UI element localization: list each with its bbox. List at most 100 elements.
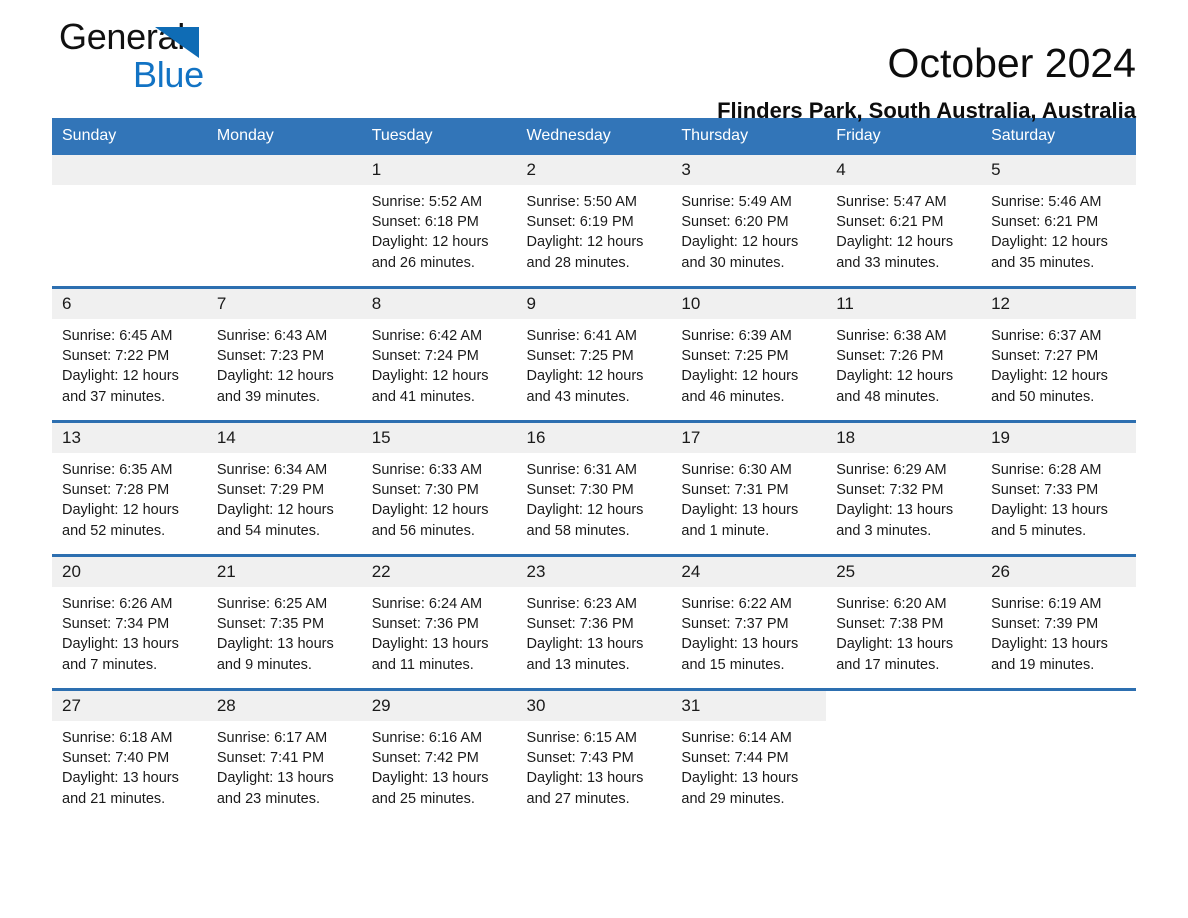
sunset-text: Sunset: 6:18 PM — [371, 214, 479, 231]
calendar-day-cell[interactable]: 24 Sunrise: 6:22 AM Sunset: 7:37 PM Dayligh… — [671, 554, 827, 690]
day-cell-inner: 12 Sunrise: 6:37 AM Sunset: 7:27 PM Dayligh… — [981, 289, 1136, 420]
sunset-text: Sunset: 6:21 PM — [991, 214, 1099, 231]
daylight-text: Daylight: 12 hours and 37 minutes. — [62, 368, 179, 405]
calendar-day-cell[interactable]: 12 Sunrise: 6:37 AM Sunset: 7:27 PM Dayligh… — [981, 286, 1136, 422]
sunset-text: Sunset: 7:34 PM — [62, 616, 170, 633]
calendar-day-cell[interactable]: 25 Sunrise: 6:20 AM Sunset: 7:38 PM Dayligh… — [826, 554, 982, 690]
calendar-day-cell[interactable]: 9 Sunrise: 6:41 AM Sunset: 7:25 PM Daylight… — [516, 286, 672, 422]
calendar-day-cell[interactable]: 11 Sunrise: 6:38 AM Sunset: 7:26 PM Dayligh… — [826, 286, 982, 422]
sunset-text: Sunset: 6:21 PM — [836, 214, 944, 231]
day-number: 30 — [516, 691, 672, 721]
day-details: Sunrise: 6:43 AM Sunset: 7:23 PM Daylight:… — [207, 319, 362, 407]
day-number: 25 — [826, 557, 982, 587]
day-number: 31 — [671, 691, 827, 721]
calendar-day-cell[interactable]: 5 Sunrise: 5:46 AM Sunset: 6:21 PM Daylight… — [981, 155, 1136, 288]
logo-text-blue: Blue — [133, 54, 204, 95]
day-number — [206, 155, 362, 185]
calendar-day-cell[interactable]: 19 Sunrise: 6:28 AM Sunset: 7:33 PM Dayligh… — [981, 420, 1136, 556]
calendar-day-cell-empty — [826, 688, 982, 822]
sunset-text: Sunset: 7:27 PM — [991, 348, 1099, 365]
calendar-day-cell[interactable]: 28 Sunrise: 6:17 AM Sunset: 7:41 PM Dayligh… — [206, 688, 362, 822]
calendar-day-cell[interactable]: 21 Sunrise: 6:25 AM Sunset: 7:35 PM Dayligh… — [206, 554, 362, 690]
calendar-day-cell[interactable]: 3 Sunrise: 5:49 AM Sunset: 6:20 PM Daylight… — [671, 155, 827, 288]
calendar-day-cell[interactable]: 20 Sunrise: 6:26 AM Sunset: 7:34 PM Dayligh… — [52, 554, 207, 690]
day-number: 14 — [206, 423, 362, 453]
calendar-day-cell[interactable]: 23 Sunrise: 6:23 AM Sunset: 7:36 PM Dayligh… — [516, 554, 672, 690]
calendar-day-cell[interactable]: 2 Sunrise: 5:50 AM Sunset: 6:19 PM Daylight… — [516, 155, 672, 288]
page-subtitle: Flinders Park, South Australia, Australi… — [717, 98, 1136, 123]
day-cell-inner: 10 Sunrise: 6:39 AM Sunset: 7:25 PM Dayligh… — [671, 289, 827, 420]
daylight-text: Daylight: 12 hours and 52 minutes. — [62, 502, 179, 539]
calendar-day-cell[interactable]: 27 Sunrise: 6:18 AM Sunset: 7:40 PM Dayligh… — [52, 688, 207, 822]
calendar-day-cell[interactable]: 17 Sunrise: 6:30 AM Sunset: 7:31 PM Dayligh… — [671, 420, 827, 556]
calendar-day-cell[interactable]: 4 Sunrise: 5:47 AM Sunset: 6:21 PM Daylight… — [826, 155, 982, 288]
calendar-day-cell[interactable]: 7 Sunrise: 6:43 AM Sunset: 7:23 PM Daylight… — [206, 286, 362, 422]
sunset-text: Sunset: 7:31 PM — [681, 482, 789, 499]
calendar-day-cell[interactable]: 8 Sunrise: 6:42 AM Sunset: 7:24 PM Daylight… — [361, 286, 517, 422]
day-details: Sunrise: 6:41 AM Sunset: 7:25 PM Daylight:… — [517, 319, 672, 407]
day-details: Sunrise: 6:15 AM Sunset: 7:43 PM Daylight:… — [517, 721, 672, 809]
sunrise-text: Sunrise: 6:29 AM — [836, 462, 947, 478]
calendar-day-cell[interactable]: 18 Sunrise: 6:29 AM Sunset: 7:32 PM Dayligh… — [826, 420, 982, 556]
calendar-day-cell[interactable]: 22 Sunrise: 6:24 AM Sunset: 7:36 PM Dayligh… — [361, 554, 517, 690]
day-number: 27 — [52, 691, 207, 721]
day-cell-inner: 3 Sunrise: 5:49 AM Sunset: 6:20 PM Daylight… — [671, 155, 827, 286]
day-cell-inner: 11 Sunrise: 6:38 AM Sunset: 7:26 PM Dayligh… — [826, 289, 982, 420]
sunrise-text: Sunrise: 6:37 AM — [991, 328, 1102, 344]
sunrise-text: Sunrise: 6:25 AM — [216, 596, 328, 612]
calendar-week-row: 13 Sunrise: 6:35 AM Sunset: 7:28 PM Dayligh… — [52, 420, 1136, 556]
sunset-text: Sunset: 7:32 PM — [836, 482, 944, 499]
calendar-day-cell[interactable]: 15 Sunrise: 6:33 AM Sunset: 7:30 PM Dayligh… — [361, 420, 517, 556]
daylight-text: Daylight: 13 hours and 25 minutes. — [371, 770, 489, 807]
sunrise-text: Sunrise: 6:26 AM — [62, 596, 173, 612]
calendar-day-cell[interactable]: 1 Sunrise: 5:52 AM Sunset: 6:18 PM Daylight… — [361, 155, 517, 288]
day-details: Sunrise: 5:52 AM Sunset: 6:18 PM Daylight:… — [362, 185, 517, 273]
day-cell-inner: 26 Sunrise: 6:19 AM Sunset: 7:39 PM Dayligh… — [981, 557, 1136, 688]
calendar-week-row: 20 Sunrise: 6:26 AM Sunset: 7:34 PM Dayligh… — [52, 554, 1136, 690]
day-details: Sunrise: 6:45 AM Sunset: 7:22 PM Daylight:… — [52, 319, 207, 407]
sunset-text: Sunset: 7:36 PM — [371, 616, 479, 633]
day-number: 9 — [516, 289, 672, 319]
sunrise-text: Sunrise: 6:18 AM — [62, 730, 173, 746]
daylight-text: Daylight: 12 hours and 33 minutes. — [836, 234, 954, 271]
day-number: 29 — [361, 691, 517, 721]
day-cell-inner — [206, 155, 362, 286]
calendar-day-cell[interactable]: 31 Sunrise: 6:14 AM Sunset: 7:44 PM Dayligh… — [671, 688, 827, 822]
general-blue-logo[interactable]: General Blue — [59, 16, 319, 102]
sunset-text: Sunset: 7:29 PM — [216, 482, 325, 499]
daylight-text: Daylight: 13 hours and 17 minutes. — [836, 636, 954, 673]
calendar-day-cell[interactable]: 6 Sunrise: 6:45 AM Sunset: 7:22 PM Daylight… — [52, 286, 207, 422]
day-cell-inner: 21 Sunrise: 6:25 AM Sunset: 7:35 PM Dayligh… — [206, 557, 362, 688]
sunset-text: Sunset: 7:43 PM — [526, 750, 634, 767]
sunrise-text: Sunrise: 6:17 AM — [216, 730, 328, 746]
calendar-day-cell[interactable]: 10 Sunrise: 6:39 AM Sunset: 7:25 PM Dayligh… — [671, 286, 827, 422]
sunrise-text: Sunrise: 6:45 AM — [62, 328, 173, 344]
daylight-text: Daylight: 13 hours and 15 minutes. — [681, 636, 799, 673]
day-number: 8 — [361, 289, 517, 319]
day-number — [981, 691, 1136, 721]
weekday-header-wednesday: Wednesday — [516, 118, 672, 155]
day-details: Sunrise: 6:24 AM Sunset: 7:36 PM Daylight:… — [362, 587, 517, 675]
calendar-week-row: 27 Sunrise: 6:18 AM Sunset: 7:40 PM Dayligh… — [52, 688, 1136, 822]
calendar-day-cell[interactable]: 30 Sunrise: 6:15 AM Sunset: 7:43 PM Dayligh… — [516, 688, 672, 822]
day-details: Sunrise: 6:42 AM Sunset: 7:24 PM Daylight:… — [362, 319, 517, 407]
day-cell-inner: 16 Sunrise: 6:31 AM Sunset: 7:30 PM Dayligh… — [516, 423, 672, 554]
day-number: 16 — [516, 423, 672, 453]
daylight-text: Daylight: 12 hours and 26 minutes. — [371, 234, 489, 271]
sunrise-text: Sunrise: 5:49 AM — [681, 194, 792, 210]
sunrise-text: Sunrise: 6:14 AM — [681, 730, 792, 746]
calendar-day-cell[interactable]: 29 Sunrise: 6:16 AM Sunset: 7:42 PM Dayligh… — [361, 688, 517, 822]
calendar-week-row: 6 Sunrise: 6:45 AM Sunset: 7:22 PM Daylight… — [52, 286, 1136, 422]
calendar-day-cell[interactable]: 26 Sunrise: 6:19 AM Sunset: 7:39 PM Dayligh… — [981, 554, 1136, 690]
calendar-day-cell[interactable]: 16 Sunrise: 6:31 AM Sunset: 7:30 PM Dayligh… — [516, 420, 672, 556]
day-details: Sunrise: 6:14 AM Sunset: 7:44 PM Daylight:… — [671, 721, 826, 809]
day-cell-inner — [826, 691, 982, 822]
calendar-week-row: 1 Sunrise: 5:52 AM Sunset: 6:18 PM Daylight… — [52, 155, 1136, 288]
sunrise-text: Sunrise: 5:50 AM — [526, 194, 637, 210]
calendar-day-cell[interactable]: 14 Sunrise: 6:34 AM Sunset: 7:29 PM Dayligh… — [206, 420, 362, 556]
daylight-text: Daylight: 13 hours and 27 minutes. — [526, 770, 644, 807]
sunset-text: Sunset: 7:36 PM — [526, 616, 634, 633]
day-details: Sunrise: 6:16 AM Sunset: 7:42 PM Daylight:… — [362, 721, 517, 809]
sunrise-text: Sunrise: 6:24 AM — [371, 596, 483, 612]
calendar-day-cell[interactable]: 13 Sunrise: 6:35 AM Sunset: 7:28 PM Dayligh… — [52, 420, 207, 556]
